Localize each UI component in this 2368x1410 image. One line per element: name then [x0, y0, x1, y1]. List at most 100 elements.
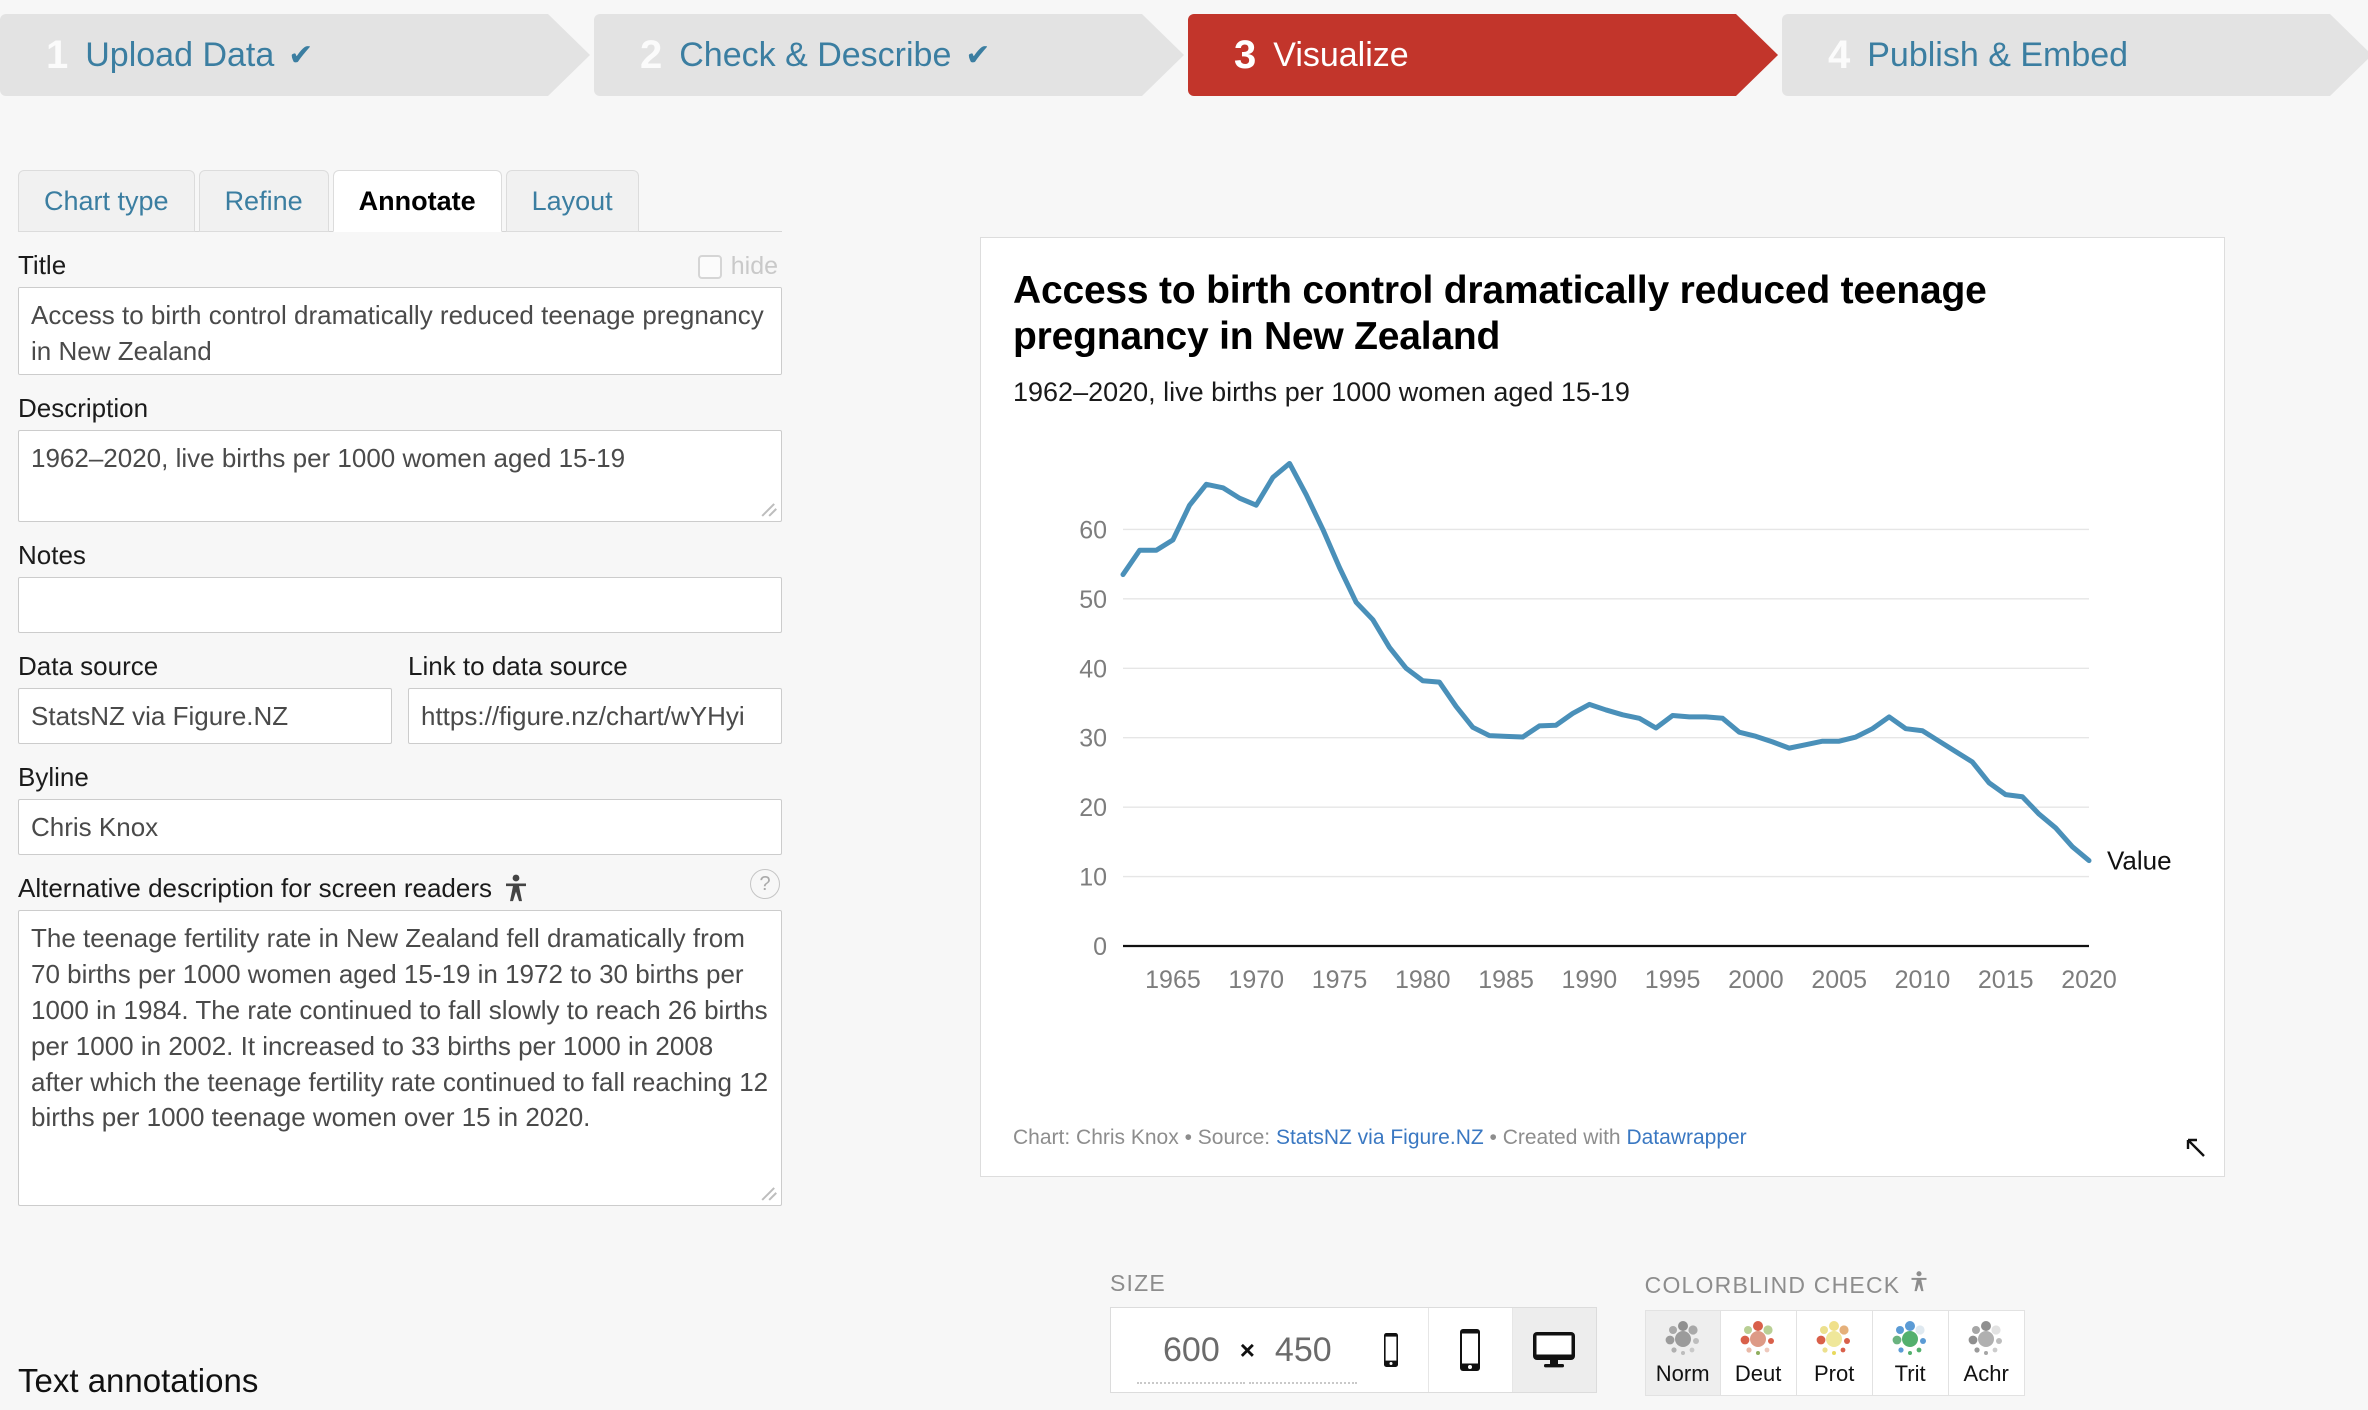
- colorblind-button-label: Prot: [1813, 1361, 1855, 1386]
- footer-prefix: Chart:: [1013, 1126, 1077, 1149]
- chart-plot-area: 0 10 20 30 40 50 60 1965 1970 1975 1980 1985 1990 199…: [981, 438, 2226, 1078]
- annotate-panel: Chart type Refine Annotate Layout Title …: [0, 160, 800, 1410]
- chart-title: Access to birth control dramatically red…: [1013, 269, 1987, 358]
- svg-text:1965: 1965: [1145, 966, 1201, 994]
- colorblind-group: COLORBLIND CHECK Norm Deut Prot Trit Ach…: [1644, 1270, 2025, 1396]
- series-legend-label: Value: [2107, 846, 2172, 876]
- step-arrow: [1736, 14, 1778, 96]
- size-group: SIZE 600 × 450: [1110, 1270, 1597, 1393]
- size-label: SIZE: [1110, 1270, 1166, 1296]
- svg-text:1995: 1995: [1645, 966, 1701, 994]
- size-preset-small-phone-button[interactable]: [1353, 1308, 1428, 1392]
- alt-description-label-text: Alternative description for screen reade…: [18, 873, 493, 903]
- step-number: 1: [46, 33, 69, 77]
- colorblind-buttons: Norm Deut Prot Trit Achr: [1644, 1310, 2025, 1396]
- tab-annotate[interactable]: Annotate: [332, 170, 502, 232]
- height-cell[interactable]: 450: [1249, 1331, 1358, 1384]
- alt-description-input[interactable]: The teenage fertility rate in New Zealan…: [18, 910, 782, 1206]
- title-label: Title: [18, 250, 67, 280]
- accessibility-icon: [1910, 1270, 1928, 1300]
- svg-text:1990: 1990: [1562, 966, 1618, 994]
- footer-author: Chris Knox: [1076, 1126, 1179, 1149]
- notes-field-group: Notes: [18, 540, 782, 633]
- svg-text:2015: 2015: [1978, 966, 2034, 994]
- notes-label: Notes: [18, 540, 86, 570]
- description-input[interactable]: 1962–2020, live births per 1000 women ag…: [18, 430, 782, 522]
- dot-cluster-icon: [1816, 1321, 1851, 1355]
- footer-separator: • Source:: [1178, 1126, 1276, 1149]
- svg-text:2005: 2005: [1811, 966, 1867, 994]
- step-label: Publish & Embed: [1867, 35, 2129, 74]
- step-number: 4: [1828, 33, 1851, 77]
- step-number: 2: [640, 33, 663, 77]
- wizard-step-visualize[interactable]: 3 Visualize: [1188, 14, 1778, 96]
- link-to-data-source-label: Link to data source: [408, 651, 628, 681]
- byline-field-group: Byline: [18, 762, 782, 855]
- width-value[interactable]: 600: [1163, 1331, 1220, 1370]
- chart-preview-card: Access to birth control dramatically red…: [980, 237, 2225, 1177]
- preview-toolbar: SIZE 600 × 450 COLORBLIND CHECK Norm Deu…: [1110, 1270, 2025, 1396]
- svg-text:10: 10: [1079, 864, 1107, 892]
- colorblind-button-norm[interactable]: Norm: [1644, 1310, 1721, 1396]
- step-label: Upload Data: [85, 35, 275, 74]
- check-icon: ✔: [965, 38, 991, 72]
- colorblind-check-label: COLORBLIND CHECK: [1645, 1270, 2025, 1300]
- step-label: Check & Describe: [679, 35, 952, 74]
- footer-source-link[interactable]: StatsNZ via Figure.NZ: [1276, 1126, 1484, 1149]
- svg-text:60: 60: [1079, 516, 1107, 544]
- svg-text:1975: 1975: [1312, 966, 1368, 994]
- title-hide-toggle[interactable]: hide: [697, 252, 778, 281]
- colorblind-button-deut[interactable]: Deut: [1720, 1310, 1797, 1396]
- notes-input[interactable]: [18, 577, 782, 633]
- svg-text:50: 50: [1079, 586, 1107, 614]
- data-source-input[interactable]: [18, 688, 392, 744]
- colorblind-button-achr[interactable]: Achr: [1948, 1310, 2025, 1396]
- svg-text:1985: 1985: [1478, 966, 1534, 994]
- title-field-group: Title hide Access to birth control drama…: [18, 250, 782, 375]
- title-input[interactable]: Access to birth control dramatically red…: [18, 287, 782, 375]
- panel-tabs: Chart type Refine Annotate Layout: [18, 160, 782, 232]
- chart-footer: Chart: Chris Knox • Source: StatsNZ via …: [1013, 1126, 1747, 1150]
- line-chart-svg: 0 10 20 30 40 50 60 1965 1970 1975 1980 1985 1990 199…: [1079, 460, 2172, 994]
- size-x-separator: ×: [1239, 1334, 1255, 1365]
- alt-description-label: Alternative description for screen reade…: [18, 873, 782, 904]
- description-field-group: Description 1962–2020, live births per 1…: [18, 393, 782, 522]
- width-cell[interactable]: 600: [1137, 1331, 1246, 1384]
- link-field-group: Link to data source: [408, 651, 782, 744]
- hide-label: hide: [730, 252, 778, 280]
- tab-layout[interactable]: Layout: [505, 170, 639, 232]
- checkbox-icon[interactable]: [697, 254, 722, 279]
- description-label: Description: [18, 393, 149, 423]
- footer-datawrapper-link[interactable]: Datawrapper: [1626, 1126, 1746, 1149]
- data-source-field-group: Data source: [18, 651, 392, 744]
- footer-separator-2: • Created with: [1483, 1126, 1627, 1149]
- wizard-step-check-describe[interactable]: 2 Check & Describe ✔: [594, 14, 1184, 96]
- tab-chart-type[interactable]: Chart type: [18, 170, 195, 232]
- svg-text:1980: 1980: [1395, 966, 1451, 994]
- colorblind-button-label: Achr: [1963, 1361, 2009, 1386]
- colorblind-button-prot[interactable]: Prot: [1796, 1310, 1873, 1396]
- size-preset-desktop-button[interactable]: [1511, 1308, 1596, 1392]
- svg-text:2000: 2000: [1728, 966, 1784, 994]
- help-icon[interactable]: ?: [750, 869, 780, 899]
- svg-text:30: 30: [1079, 725, 1107, 753]
- dot-cluster-icon: [1665, 1321, 1699, 1355]
- wizard-step-publish-embed[interactable]: 4 Publish & Embed: [1782, 14, 2368, 96]
- alt-description-field-group: Alternative description for screen reade…: [18, 869, 782, 1206]
- card-resize-handle-icon[interactable]: [2180, 1132, 2206, 1158]
- dot-cluster-icon: [1892, 1321, 1927, 1355]
- step-arrow: [548, 14, 590, 96]
- link-to-data-source-input[interactable]: [408, 688, 782, 744]
- size-preset-phone-button[interactable]: [1427, 1308, 1512, 1392]
- colorblind-button-trit[interactable]: Trit: [1872, 1310, 1949, 1396]
- svg-text:1970: 1970: [1228, 966, 1284, 994]
- svg-text:20: 20: [1079, 794, 1107, 822]
- byline-input[interactable]: [18, 799, 782, 855]
- wizard-step-nav: 1 Upload Data ✔ 2 Check & Describe ✔ 3 V…: [0, 0, 2368, 110]
- height-underline: [1249, 1381, 1358, 1384]
- tab-refine[interactable]: Refine: [198, 170, 329, 232]
- dot-cluster-icon: [1740, 1321, 1775, 1355]
- wizard-step-upload-data[interactable]: 1 Upload Data ✔: [0, 14, 590, 96]
- height-value[interactable]: 450: [1275, 1331, 1332, 1370]
- svg-text:0: 0: [1093, 933, 1107, 961]
